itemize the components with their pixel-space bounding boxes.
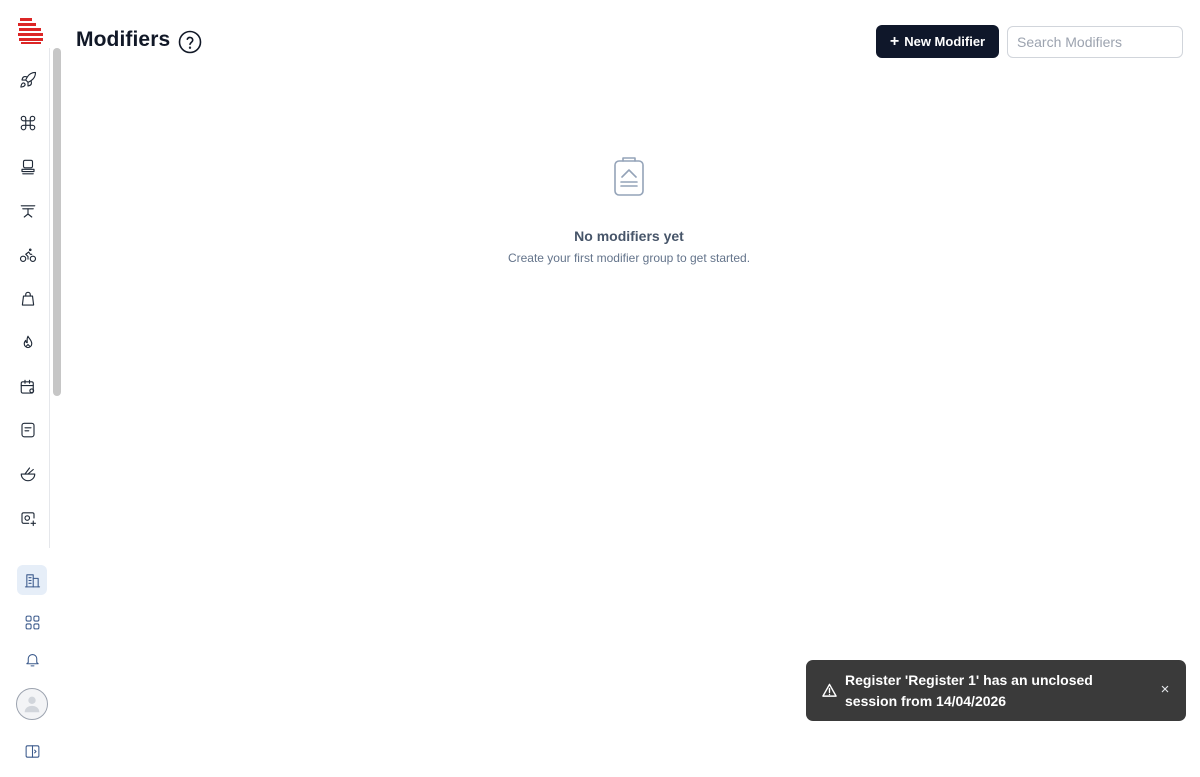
close-icon[interactable]: ×	[1157, 682, 1173, 698]
brand-logo[interactable]	[18, 17, 44, 45]
empty-state-subtitle: Create your first modifier group to get …	[507, 251, 751, 265]
apps-grid-icon[interactable]	[17, 607, 47, 637]
bell-icon[interactable]	[17, 644, 47, 674]
help-icon[interactable]	[178, 30, 202, 54]
plus-icon: +	[889, 32, 900, 50]
stamp-icon[interactable]	[12, 151, 44, 183]
sidebar	[0, 0, 64, 777]
empty-clipboard-icon	[611, 155, 647, 197]
camera-plus-icon[interactable]	[12, 502, 44, 534]
receipt-icon[interactable]	[12, 414, 44, 446]
sidebar-toggle-icon[interactable]	[17, 736, 47, 766]
command-icon[interactable]	[12, 107, 44, 139]
bag-icon[interactable]	[12, 283, 44, 315]
sidebar-divider	[49, 48, 50, 548]
calendar-settings-icon[interactable]	[12, 371, 44, 403]
empty-state-title: No modifiers yet	[574, 228, 684, 244]
sidebar-scrollbar[interactable]	[53, 48, 61, 396]
user-avatar[interactable]	[16, 688, 48, 720]
page-title: Modifiers	[76, 28, 171, 51]
bowl-icon[interactable]	[12, 458, 44, 490]
toast-message: Register 'Register 1' has an unclosed se…	[845, 672, 1093, 709]
table-icon[interactable]	[12, 195, 44, 227]
new-modifier-label: New Modifier	[904, 34, 986, 49]
warning-icon	[822, 683, 837, 698]
building-icon[interactable]	[17, 565, 47, 595]
toast-notification: Register 'Register 1' has an unclosed se…	[806, 660, 1186, 721]
rocket-icon[interactable]	[12, 64, 44, 96]
new-modifier-button[interactable]: + New Modifier	[876, 25, 999, 58]
flame-icon[interactable]	[12, 327, 44, 359]
search-input[interactable]	[1007, 26, 1183, 58]
